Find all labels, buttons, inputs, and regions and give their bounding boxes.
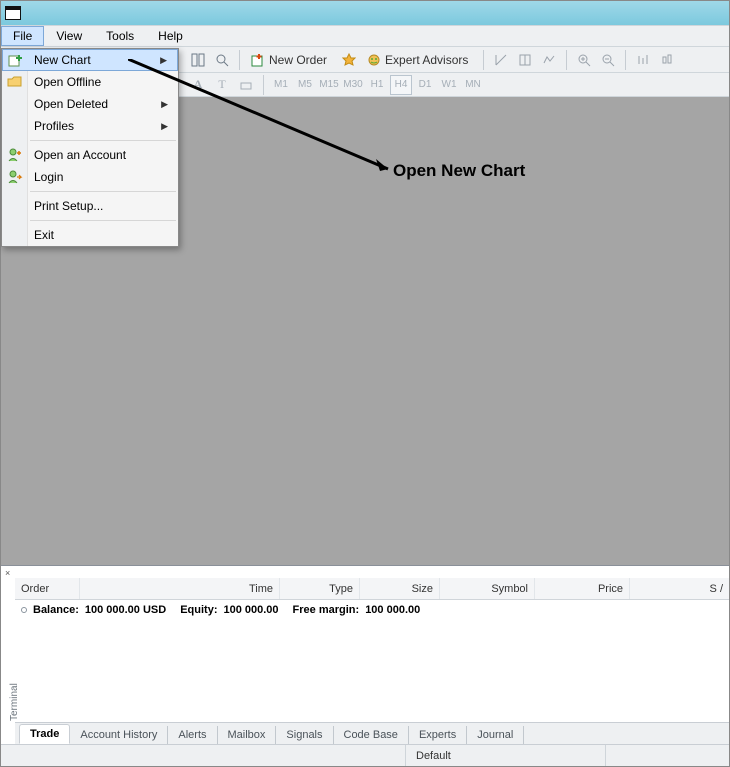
menuitem-open-offline[interactable]: Open Offline <box>2 71 178 93</box>
bullet-icon <box>21 607 27 613</box>
status-bar: Default <box>1 744 729 766</box>
menuitem-label: Login <box>34 170 63 184</box>
user-login-icon <box>6 168 24 186</box>
menuitem-label: Exit <box>34 228 54 242</box>
timeframe-m5[interactable]: M5 <box>294 75 316 95</box>
tab-code-base[interactable]: Code Base <box>334 726 409 744</box>
menu-tools[interactable]: Tools <box>94 26 146 46</box>
menuitem-login[interactable]: Login <box>2 166 178 188</box>
free-margin-value: 100 000.00 <box>365 604 420 616</box>
col-sl[interactable]: S / <box>630 578 729 599</box>
menu-separator <box>30 140 176 141</box>
new-order-icon <box>251 53 265 67</box>
menu-view[interactable]: View <box>44 26 94 46</box>
menuitem-new-chart[interactable]: New Chart ▶ <box>2 49 178 71</box>
tab-mailbox[interactable]: Mailbox <box>218 726 277 744</box>
title-bar <box>1 1 729 25</box>
menuitem-print-setup[interactable]: Print Setup... <box>2 195 178 217</box>
menu-bar: File View Tools Help <box>1 25 729 47</box>
submenu-arrow-icon: ▶ <box>161 121 168 132</box>
tab-journal[interactable]: Journal <box>467 726 524 744</box>
menu-help[interactable]: Help <box>146 26 195 46</box>
col-size[interactable]: Size <box>360 578 440 599</box>
zoom-chart-icon[interactable] <box>211 49 233 71</box>
timeframe-m30[interactable]: M30 <box>342 75 364 95</box>
app-window-icon <box>5 6 21 20</box>
status-cell-3 <box>606 745 729 766</box>
submenu-arrow-icon: ▶ <box>161 99 168 110</box>
terminal-panel: × Terminal Order Time Type Size Symbol P… <box>1 565 729 744</box>
balance-label: Balance: <box>33 604 79 616</box>
terminal-tabs: Trade Account History Alerts Mailbox Sig… <box>15 722 729 744</box>
tab-alerts[interactable]: Alerts <box>168 726 217 744</box>
line-tool-icon[interactable] <box>490 49 512 71</box>
autotrading-icon[interactable] <box>338 49 360 71</box>
timeframe-w1[interactable]: W1 <box>438 75 460 95</box>
balance-summary-row[interactable]: Balance: 100 000.00 USD Equity: 100 000.… <box>15 600 729 620</box>
menuitem-exit[interactable]: Exit <box>2 224 178 246</box>
tab-experts[interactable]: Experts <box>409 726 467 744</box>
menuitem-label: Print Setup... <box>34 199 103 213</box>
menuitem-label: New Chart <box>34 53 91 67</box>
menuitem-label: Open an Account <box>34 148 126 162</box>
plus-chart-icon <box>7 51 25 69</box>
timeframe-h4[interactable]: H4 <box>390 75 412 95</box>
equity-value: 100 000.00 <box>223 604 278 616</box>
candle-chart-icon[interactable] <box>656 49 678 71</box>
tab-signals[interactable]: Signals <box>276 726 333 744</box>
col-order[interactable]: Order <box>15 578 80 599</box>
free-margin-label: Free margin: <box>293 604 360 616</box>
new-order-label: New Order <box>269 53 327 67</box>
objects-list-icon[interactable] <box>235 74 257 96</box>
tab-trade[interactable]: Trade <box>19 724 70 744</box>
timeframe-m1[interactable]: M1 <box>270 75 292 95</box>
status-default: Default <box>406 745 606 766</box>
expert-advisors-button[interactable]: Expert Advisors <box>362 49 477 71</box>
text-label-icon[interactable]: A <box>187 74 209 96</box>
menuitem-label: Open Deleted <box>34 97 108 111</box>
terminal-header-row: Order Time Type Size Symbol Price S / <box>15 578 729 600</box>
zoom-out-icon[interactable] <box>597 49 619 71</box>
menuitem-profiles[interactable]: Profiles ▶ <box>2 115 178 137</box>
menu-separator <box>30 220 176 221</box>
timeframe-d1[interactable]: D1 <box>414 75 436 95</box>
menu-separator <box>30 191 176 192</box>
col-type[interactable]: Type <box>280 578 360 599</box>
new-order-button[interactable]: New Order <box>246 49 336 71</box>
menuitem-label: Open Offline <box>34 75 101 89</box>
objects-icon[interactable] <box>514 49 536 71</box>
timeframe-m15[interactable]: M15 <box>318 75 340 95</box>
indicator-icon[interactable] <box>538 49 560 71</box>
menu-file[interactable]: File <box>1 26 44 46</box>
text-object-icon[interactable]: T <box>211 74 233 96</box>
col-symbol[interactable]: Symbol <box>440 578 535 599</box>
timeframe-mn[interactable]: MN <box>462 75 484 95</box>
file-menu-dropdown: New Chart ▶ Open Offline Open Deleted ▶ … <box>1 48 179 247</box>
timeframe-h1[interactable]: H1 <box>366 75 388 95</box>
expert-advisors-icon <box>367 53 381 67</box>
bar-chart-icon[interactable] <box>632 49 654 71</box>
equity-label: Equity: <box>180 604 217 616</box>
tab-account-history[interactable]: Account History <box>70 726 168 744</box>
balance-value: 100 000.00 USD <box>85 604 166 616</box>
menuitem-open-deleted[interactable]: Open Deleted ▶ <box>2 93 178 115</box>
terminal-label: Terminal <box>9 683 20 721</box>
menuitem-label: Profiles <box>34 119 74 133</box>
annotation-text: Open New Chart <box>393 161 525 181</box>
menuitem-open-account[interactable]: Open an Account <box>2 144 178 166</box>
col-time[interactable]: Time <box>80 578 280 599</box>
expert-advisors-label: Expert Advisors <box>385 53 468 67</box>
zoom-in-icon[interactable] <box>573 49 595 71</box>
window-layout-icon[interactable] <box>187 49 209 71</box>
col-price[interactable]: Price <box>535 578 630 599</box>
user-add-icon <box>6 146 24 164</box>
status-cell-1 <box>1 745 406 766</box>
submenu-arrow-icon: ▶ <box>160 55 167 66</box>
terminal-close-icon[interactable]: × <box>5 568 10 578</box>
folder-icon <box>6 73 24 91</box>
